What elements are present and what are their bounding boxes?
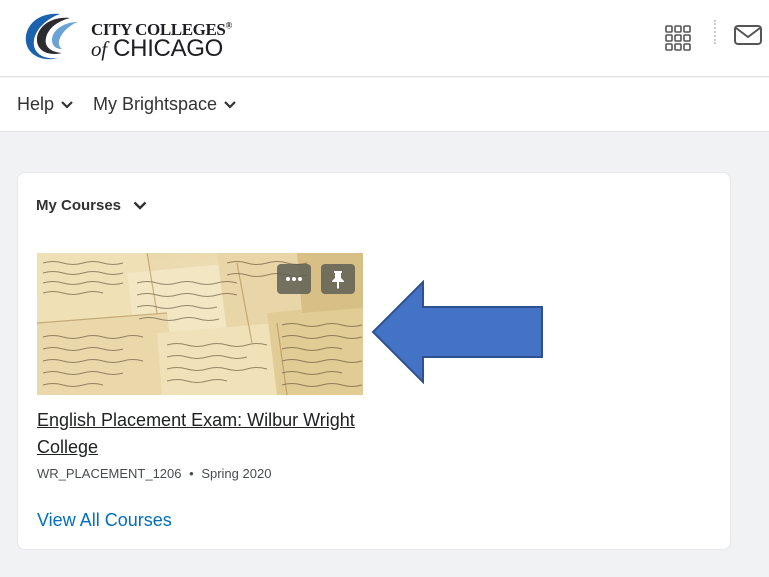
course-meta: WR_PLACEMENT_1206 • Spring 2020 [37, 466, 271, 481]
course-term: Spring 2020 [201, 466, 272, 481]
course-options-button[interactable] [277, 264, 311, 294]
course-code: WR_PLACEMENT_1206 [37, 466, 182, 481]
nav-my-brightspace-menu[interactable]: My Brightspace [93, 94, 236, 115]
pin-course-button[interactable] [321, 264, 355, 294]
grid-icon [665, 25, 691, 51]
top-header: CITY COLLEGES® of CHICAGO [0, 0, 769, 77]
course-image[interactable] [37, 253, 363, 395]
nav-help-label: Help [17, 94, 55, 114]
header-divider [714, 20, 716, 44]
course-title-link[interactable]: English Placement Exam: Wilbur Wright Co… [37, 407, 367, 461]
pin-icon [332, 271, 344, 289]
nav-bar: Help My Brightspace [0, 78, 769, 132]
my-courses-header[interactable]: My Courses [36, 197, 147, 214]
city-colleges-logo[interactable]: CITY COLLEGES® of CHICAGO [20, 8, 235, 66]
page: CITY COLLEGES® of CHICAGO Help My Bright… [0, 0, 769, 577]
my-courses-title: My Courses [36, 197, 122, 214]
logo-text-line2: of CHICAGO [91, 35, 224, 62]
nav-my-brightspace-label: My Brightspace [93, 94, 218, 114]
chevron-down-icon [133, 201, 147, 210]
old-manuscripts-image [37, 253, 363, 395]
nav-help-menu[interactable]: Help [17, 94, 73, 115]
chevron-down-icon [224, 100, 236, 109]
apps-grid-button[interactable] [664, 24, 692, 52]
view-all-courses-link[interactable]: View All Courses [37, 510, 172, 531]
chevron-down-icon [61, 100, 73, 109]
messages-button[interactable] [733, 24, 763, 46]
more-options-icon [286, 277, 302, 281]
meta-separator: • [189, 466, 194, 481]
logo-swoosh-icon [25, 13, 78, 60]
mail-icon [734, 25, 762, 45]
left-arrow-annotation-icon [371, 280, 543, 384]
